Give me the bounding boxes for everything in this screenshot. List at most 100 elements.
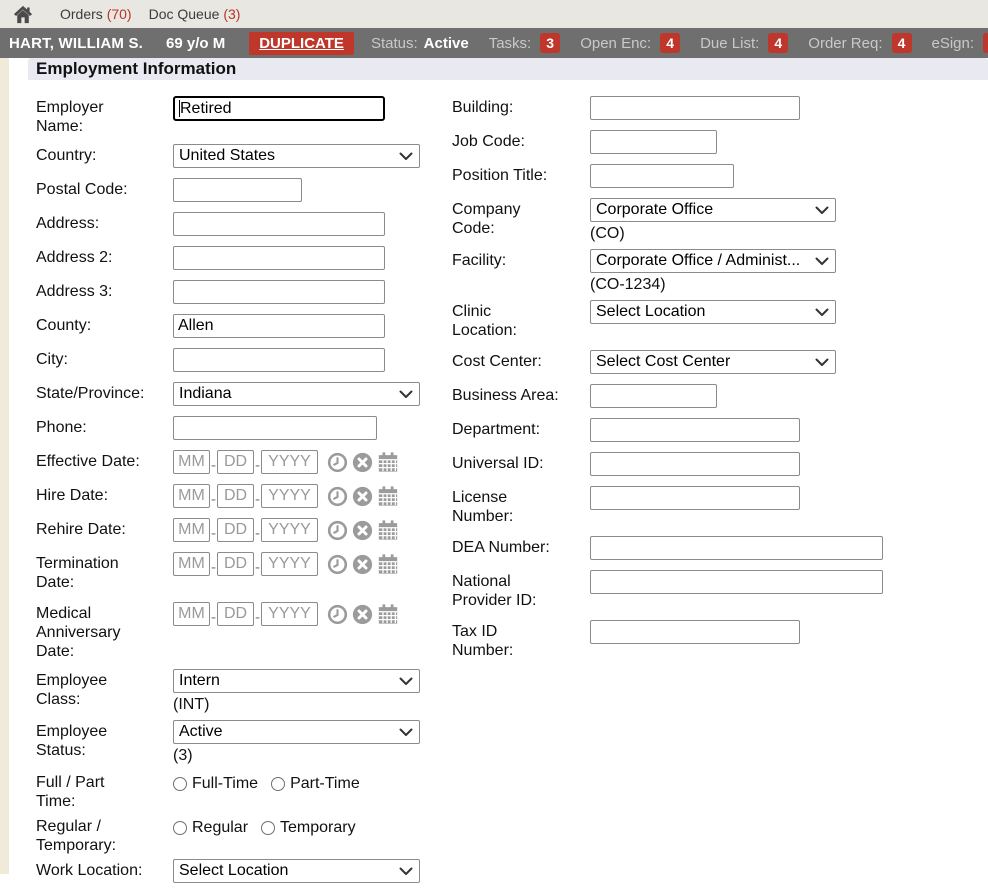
calendar-icon[interactable] [377, 451, 399, 473]
month-input[interactable]: MM [173, 518, 210, 542]
field-address-2: Address 2: [36, 246, 452, 270]
full-time-option-label: Full-Time [192, 775, 258, 793]
job-code-input[interactable] [590, 130, 717, 154]
field-medical-anniversary-date: Medical Anniversary Date: MM- DD- YYYY [36, 602, 452, 661]
clock-icon[interactable] [327, 554, 348, 575]
facility-label: Facility: [452, 249, 590, 270]
employee-status-select[interactable]: Active [173, 720, 420, 744]
year-input[interactable]: YYYY [261, 450, 318, 474]
field-regular-temporary: Regular / Temporary: Regular Temporary [36, 815, 452, 855]
phone-input[interactable] [173, 416, 377, 440]
phone-label: Phone: [36, 416, 173, 437]
building-input[interactable] [590, 96, 800, 120]
calendar-icon[interactable] [377, 519, 399, 541]
year-input[interactable]: YYYY [261, 484, 318, 508]
address-2-input[interactable] [173, 246, 385, 270]
order-req-badge[interactable]: 4 [892, 33, 912, 53]
month-input[interactable]: MM [173, 450, 210, 474]
open-enc-badge[interactable]: 4 [660, 33, 680, 53]
national-provider-id-input[interactable] [590, 570, 883, 594]
clock-icon[interactable] [327, 604, 348, 625]
due-list-label: Due List: [700, 35, 759, 52]
date-separator: - [255, 559, 260, 576]
company-code-select[interactable]: Corporate Office [590, 198, 836, 222]
field-work-location: Work Location: Select Location [36, 859, 452, 883]
year-input[interactable]: YYYY [261, 552, 318, 576]
field-national-provider-id: National Provider ID: [452, 570, 988, 610]
field-clinic-location: Clinic Location: Select Location [452, 300, 988, 340]
order-req-label: Order Req: [808, 35, 882, 52]
clear-icon[interactable] [352, 554, 373, 575]
facility-select[interactable]: Corporate Office / Administ... [590, 249, 836, 273]
dea-number-input[interactable] [590, 536, 883, 560]
tax-id-number-input[interactable] [590, 620, 800, 644]
address-3-input[interactable] [173, 280, 385, 304]
work-location-select[interactable]: Select Location [173, 859, 420, 883]
date-separator: - [255, 609, 260, 626]
esign-badge[interactable]: 7 [983, 33, 988, 53]
chevron-down-icon [399, 728, 413, 737]
year-input[interactable]: YYYY [261, 602, 318, 626]
clear-icon[interactable] [352, 520, 373, 541]
day-input[interactable]: DD [217, 450, 254, 474]
field-employee-status: Employee Status: Active (3) [36, 720, 452, 765]
clear-icon[interactable] [352, 486, 373, 507]
clear-icon[interactable] [352, 452, 373, 473]
clear-icon[interactable] [352, 604, 373, 625]
position-title-input[interactable] [590, 164, 734, 188]
postal-code-label: Postal Code: [36, 178, 173, 199]
city-input[interactable] [173, 348, 385, 372]
license-number-input[interactable] [590, 486, 800, 510]
country-select[interactable]: United States [173, 144, 420, 168]
city-label: City: [36, 348, 173, 369]
nav-orders[interactable]: Orders (70) [60, 6, 132, 22]
month-input[interactable]: MM [173, 552, 210, 576]
clock-icon[interactable] [327, 486, 348, 507]
left-edge-strip [0, 58, 9, 874]
clinic-location-select[interactable]: Select Location [590, 300, 836, 324]
day-input[interactable]: DD [217, 602, 254, 626]
employee-class-control: Intern (INT) [173, 669, 420, 714]
field-rehire-date: Rehire Date: MM- DD- YYYY [36, 518, 452, 542]
termination-date-field: MM- DD- YYYY [173, 552, 399, 576]
date-separator: - [255, 491, 260, 508]
day-input[interactable]: DD [217, 518, 254, 542]
temporary-radio[interactable] [261, 821, 275, 835]
full-time-radio[interactable] [173, 777, 187, 791]
department-input[interactable] [590, 418, 800, 442]
chevron-down-icon [815, 358, 829, 367]
calendar-icon[interactable] [377, 553, 399, 575]
month-input[interactable]: MM [173, 602, 210, 626]
national-provider-id-label: National Provider ID: [452, 570, 590, 610]
home-icon[interactable] [13, 5, 33, 24]
calendar-icon[interactable] [377, 485, 399, 507]
day-input[interactable]: DD [217, 484, 254, 508]
regular-radio[interactable] [173, 821, 187, 835]
clock-icon[interactable] [327, 520, 348, 541]
business-area-input[interactable] [590, 384, 717, 408]
day-input[interactable]: DD [217, 552, 254, 576]
employer-name-input[interactable]: Retired [173, 96, 385, 121]
year-input[interactable]: YYYY [261, 518, 318, 542]
employee-class-select[interactable]: Intern [173, 669, 420, 693]
universal-id-input[interactable] [590, 452, 800, 476]
cost-center-select[interactable]: Select Cost Center [590, 350, 836, 374]
postal-code-input[interactable] [173, 178, 302, 202]
cost-center-label: Cost Center: [452, 350, 590, 371]
patient-status: Status: Active [371, 35, 469, 52]
state-province-select[interactable]: Indiana [173, 382, 420, 406]
employee-status-value: Active [179, 723, 223, 741]
part-time-option-label: Part-Time [290, 775, 360, 793]
part-time-radio[interactable] [271, 777, 285, 791]
clock-icon[interactable] [327, 452, 348, 473]
calendar-icon[interactable] [377, 603, 399, 625]
due-list-badge[interactable]: 4 [768, 33, 788, 53]
address-input[interactable] [173, 212, 385, 236]
duplicate-button[interactable]: DUPLICATE [249, 32, 354, 55]
esign-group: eSign: 7 [932, 33, 988, 53]
county-input[interactable]: Allen [173, 314, 385, 338]
month-input[interactable]: MM [173, 484, 210, 508]
employee-class-value: Intern [179, 672, 220, 690]
tasks-badge[interactable]: 3 [540, 33, 560, 53]
nav-doc-queue[interactable]: Doc Queue (3) [149, 6, 241, 22]
